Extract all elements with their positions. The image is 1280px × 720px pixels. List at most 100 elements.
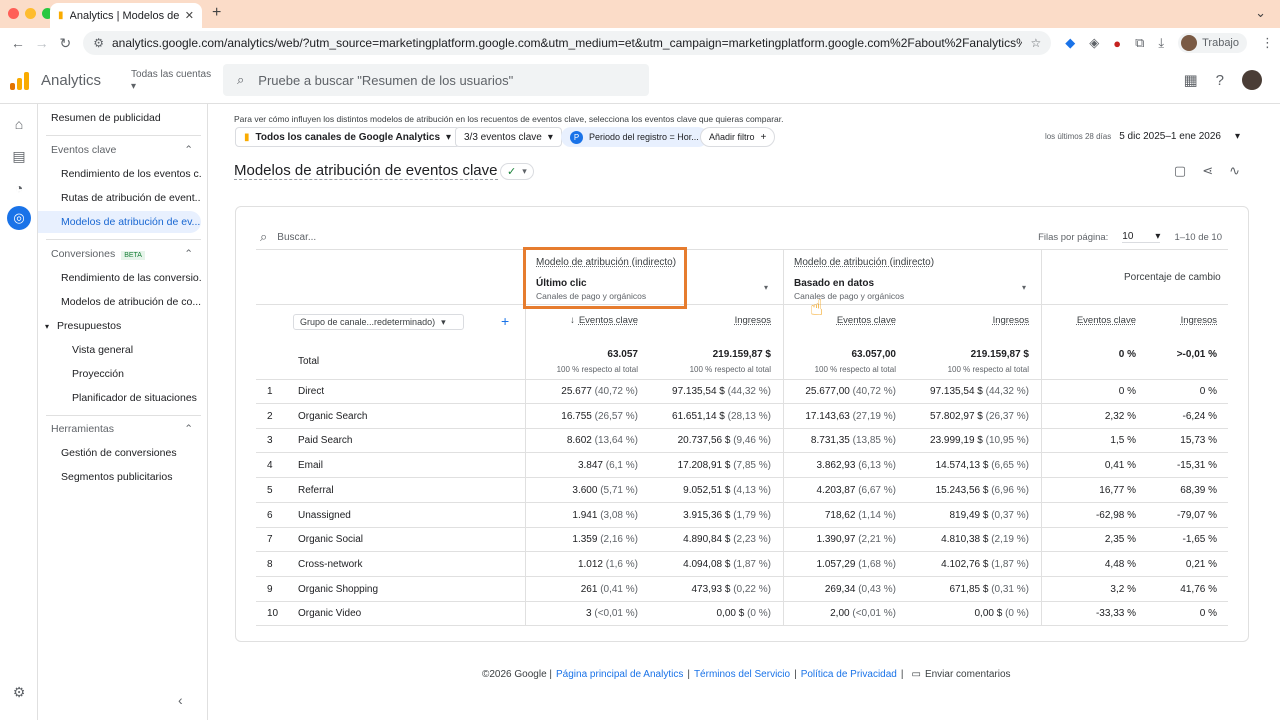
advertising-icon[interactable]: ◎ bbox=[7, 206, 31, 230]
table-row[interactable]: 8 Cross-network 1.012 (1,6 %) 4.094,08 $ (1… bbox=[256, 553, 1228, 577]
close-window-button[interactable] bbox=[8, 8, 19, 19]
download-icon[interactable]: ⤓ bbox=[1158, 35, 1164, 51]
terms-link[interactable]: Términos del Servicio bbox=[694, 669, 790, 680]
col-pct-events[interactable]: Eventos clave bbox=[1077, 315, 1136, 326]
table-row[interactable]: 9 Organic Shopping 261 (0,41 %) 473,93 $ (0… bbox=[256, 578, 1228, 602]
global-search-input[interactable]: ⌕ Pruebe a buscar "Resumen de los usuari… bbox=[223, 64, 649, 96]
analytics-logo-icon: ▮ bbox=[244, 131, 250, 143]
data-quality-indicator[interactable]: ✓ ▾ bbox=[500, 163, 534, 180]
table-search-input[interactable]: ⌕ Buscar... bbox=[260, 229, 316, 245]
table-row[interactable]: 2 Organic Search 16.755 (26,57 %) 61.651,14… bbox=[256, 405, 1228, 429]
row-cell: 2,32 % bbox=[1105, 411, 1136, 422]
customize-report-icon[interactable]: ▢ bbox=[1174, 163, 1186, 179]
nav-section-conversions[interactable]: Conversiones BETA ⌃ bbox=[38, 243, 201, 265]
nav-budget-overview[interactable]: Vista general bbox=[38, 339, 201, 361]
table-row[interactable]: 3 Paid Search 8.602 (13,64 %) 20.737,56 $ (… bbox=[256, 429, 1228, 454]
chevron-down-icon[interactable]: ⌄ bbox=[1255, 5, 1266, 21]
forward-button[interactable]: → bbox=[30, 35, 54, 51]
nav-section-key-events[interactable]: Eventos clave ⌃ bbox=[38, 139, 201, 161]
collapse-nav-chevron-icon[interactable]: ‹ bbox=[178, 692, 183, 708]
nav-budgets[interactable]: ▾ Presupuestos bbox=[38, 315, 201, 337]
row-channel-name: Organic Video bbox=[298, 608, 362, 620]
col-m2-events[interactable]: Eventos clave bbox=[837, 315, 896, 326]
share-icon[interactable]: ⋖ bbox=[1202, 163, 1213, 179]
new-tab-button[interactable]: + bbox=[212, 4, 221, 22]
settings-gear-icon[interactable]: ⚙ bbox=[11, 684, 27, 701]
col-pct-revenue[interactable]: Ingresos bbox=[1181, 315, 1217, 326]
table-row[interactable]: 5 Referral 3.600 (5,71 %) 9.052,51 $ (4,13 … bbox=[256, 479, 1228, 503]
channels-filter-chip[interactable]: ▮ Todos los canales de Google Analytics … bbox=[235, 127, 461, 147]
extension-icon-3[interactable]: ● bbox=[1113, 36, 1121, 51]
minimize-window-button[interactable] bbox=[25, 8, 36, 19]
page-footer: ©2026 Google | Página principal de Analy… bbox=[482, 669, 1011, 680]
help-icon[interactable]: ? bbox=[1216, 72, 1224, 89]
site-info-icon[interactable]: ⚙ bbox=[93, 36, 104, 50]
insights-icon[interactable]: ∿ bbox=[1229, 163, 1240, 179]
col-m1-events[interactable]: ↓ Eventos clave bbox=[570, 315, 638, 326]
table-row[interactable]: 10 Organic Video 3 (<0,01 %) 0,00 $ (0 %) 2,… bbox=[256, 602, 1228, 627]
feedback-icon[interactable]: ▭ bbox=[911, 669, 920, 680]
nav-budget-scenario-planner[interactable]: Planificador de situaciones bbox=[38, 387, 201, 409]
table-row[interactable]: 4 Email 3.847 (6,1 %) 17.208,91 $ (7,85 %) 3… bbox=[256, 454, 1228, 479]
check-circle-icon: ✓ bbox=[507, 166, 517, 178]
nav-advertising-summary[interactable]: Resumen de publicidad bbox=[38, 107, 201, 129]
close-icon[interactable]: ✕ bbox=[185, 9, 194, 22]
chevron-up-icon: ⌃ bbox=[184, 248, 193, 260]
attribution-table-card: ⌕ Buscar... Filas por página: 10 ▾ 1–10 … bbox=[235, 206, 1249, 642]
analytics-home-link[interactable]: Página principal de Analytics bbox=[556, 669, 683, 680]
kebab-menu-icon[interactable]: ⋮ bbox=[1261, 35, 1274, 51]
col-m2-revenue[interactable]: Ingresos bbox=[993, 315, 1029, 326]
table-row[interactable]: 1 Direct 25.677 (40,72 %) 97.135,54 $ (44,3… bbox=[256, 380, 1228, 404]
table-row[interactable]: 6 Unassigned 1.941 (3,08 %) 3.915,36 $ (1,7… bbox=[256, 504, 1228, 528]
rows-per-page-select[interactable]: 10 ▾ bbox=[1122, 231, 1161, 243]
date-range-selector[interactable]: los últimos 28 días 5 dic 2025–1 ene 202… bbox=[1045, 131, 1240, 142]
nav-key-events-paths[interactable]: Rutas de atribución de event... bbox=[38, 187, 201, 209]
nav-conversions-performance[interactable]: Rendimiento de las conversio... bbox=[38, 267, 201, 289]
reports-icon[interactable]: ▤ bbox=[11, 148, 27, 165]
cell-value: 57.802,97 $ bbox=[930, 410, 983, 422]
add-filter-button[interactable]: Añadir filtro + bbox=[700, 127, 776, 147]
apps-grid-icon[interactable]: ▦ bbox=[1183, 71, 1197, 89]
extension-icon-2[interactable]: ◈ bbox=[1089, 35, 1099, 51]
key-events-filter-chip[interactable]: 3/3 eventos clave ▾ bbox=[455, 127, 562, 147]
dimension-selector[interactable]: Grupo de canale...redeterminado) ▾ bbox=[293, 314, 464, 330]
percent-change-header: Porcentaje de cambio bbox=[1124, 272, 1221, 283]
total-value: 63.057 bbox=[607, 349, 638, 360]
nav-ad-segments[interactable]: Segmentos publicitarios bbox=[38, 466, 201, 488]
nav-conversions-models[interactable]: Modelos de atribución de co... bbox=[38, 291, 201, 313]
divider bbox=[46, 239, 201, 240]
nav-section-tools[interactable]: Herramientas ⌃ bbox=[38, 418, 201, 440]
cell-share: (2,16 %) bbox=[600, 534, 638, 546]
nav-key-events-performance[interactable]: Rendimiento de los eventos c... bbox=[38, 163, 201, 185]
extension-icon-1[interactable]: ◆ bbox=[1065, 35, 1075, 51]
row-cell: 25.677,00 (40,72 %) bbox=[805, 386, 896, 397]
row-cell: 671,85 $ (0,31 %) bbox=[949, 584, 1029, 595]
send-feedback-link[interactable]: Enviar comentarios bbox=[925, 669, 1011, 680]
row-cell: 1,5 % bbox=[1110, 435, 1136, 446]
account-selector[interactable]: Todas las cuentas ▾ bbox=[131, 69, 211, 93]
home-icon[interactable]: ⌂ bbox=[11, 116, 27, 132]
extensions-puzzle-icon[interactable]: ⧉ bbox=[1135, 35, 1144, 51]
cell-value: 15.243,56 $ bbox=[935, 484, 989, 496]
table-row[interactable]: 7 Organic Social 1.359 (2,16 %) 4.890,84 $ … bbox=[256, 528, 1228, 553]
cell-share: (6,13 %) bbox=[858, 460, 896, 472]
cell-value: 0 % bbox=[1199, 386, 1217, 397]
back-button[interactable]: ← bbox=[6, 35, 30, 51]
tab-title: Analytics | Modelos de atribución bbox=[69, 9, 179, 22]
model2-selector[interactable]: Modelo de atribución (indirecto) Basado … bbox=[794, 257, 1030, 301]
col-m1-revenue[interactable]: Ingresos bbox=[735, 315, 771, 326]
row-cell: 41,76 % bbox=[1180, 584, 1217, 595]
reload-button[interactable]: ↻ bbox=[53, 35, 77, 52]
period-filter-chip[interactable]: P Periodo del registro = Hor... bbox=[561, 127, 708, 147]
nav-key-events-models[interactable]: Modelos de atribución de ev... bbox=[38, 211, 201, 233]
profile-button[interactable]: Trabajo bbox=[1178, 33, 1247, 53]
privacy-link[interactable]: Política de Privacidad bbox=[801, 669, 897, 680]
user-avatar[interactable] bbox=[1242, 70, 1262, 90]
add-dimension-plus-icon[interactable]: + bbox=[501, 313, 509, 329]
nav-conversion-management[interactable]: Gestión de conversiones bbox=[38, 442, 201, 464]
address-bar[interactable]: ⚙ analytics.google.com/analytics/web/?ut… bbox=[83, 31, 1052, 55]
browser-tab[interactable]: ▮ Analytics | Modelos de atribución ✕ bbox=[50, 3, 202, 28]
nav-budget-projection[interactable]: Proyección bbox=[38, 363, 201, 385]
explore-icon[interactable]: ◔ bbox=[11, 180, 27, 196]
bookmark-star-icon[interactable]: ☆ bbox=[1030, 36, 1041, 50]
